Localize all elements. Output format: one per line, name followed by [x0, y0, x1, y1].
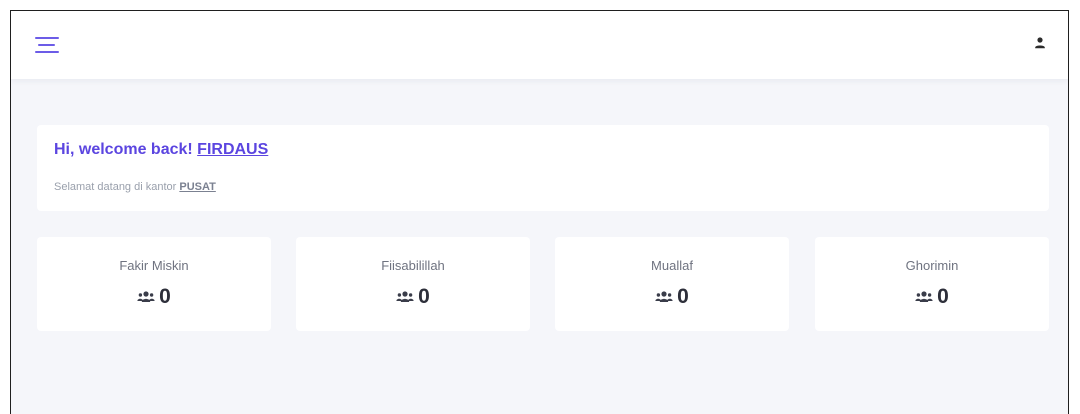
stat-value-row: 0: [37, 283, 271, 311]
welcome-subtitle-text: Selamat datang di kantor: [54, 181, 180, 193]
users-icon: [137, 291, 155, 302]
users-icon: [396, 291, 414, 302]
stat-value-row: 0: [296, 283, 530, 311]
stat-label: Ghorimin: [905, 258, 959, 273]
users-icon: [655, 291, 673, 302]
users-icon: [915, 291, 933, 302]
stat-card-fiisabilillah: Fiisabilillah 0: [296, 237, 530, 331]
stat-card-ghorimin: Ghorimin 0: [815, 237, 1049, 331]
stat-label: Fakir Miskin: [119, 258, 189, 273]
hamburger-menu-icon[interactable]: [35, 34, 61, 56]
office-link[interactable]: PUSAT: [179, 181, 215, 193]
stat-value: 0: [937, 285, 949, 308]
user-name-link[interactable]: FIRDAUS: [197, 141, 268, 158]
welcome-title: Hi, welcome back! FIRDAUS: [54, 141, 268, 159]
top-navbar: [11, 11, 1068, 79]
stat-label: Muallaf: [651, 258, 693, 273]
stat-card-fakir-miskin: Fakir Miskin 0: [37, 237, 271, 331]
stat-value: 0: [677, 285, 689, 308]
stat-card-muallaf: Muallaf 0: [555, 237, 789, 331]
stat-value: 0: [159, 285, 171, 308]
stat-label: Fiisabilillah: [381, 258, 445, 273]
stat-value-row: 0: [815, 283, 1049, 311]
welcome-subtitle: Selamat datang di kantor PUSAT: [54, 181, 216, 193]
stat-value-row: 0: [555, 283, 789, 311]
welcome-greeting: Hi, welcome back!: [54, 141, 198, 158]
stat-value: 0: [418, 285, 430, 308]
app-frame: Hi, welcome back! FIRDAUS Selamat datang…: [10, 10, 1069, 414]
user-icon[interactable]: [1032, 35, 1048, 53]
welcome-card: Hi, welcome back! FIRDAUS Selamat datang…: [37, 125, 1049, 211]
